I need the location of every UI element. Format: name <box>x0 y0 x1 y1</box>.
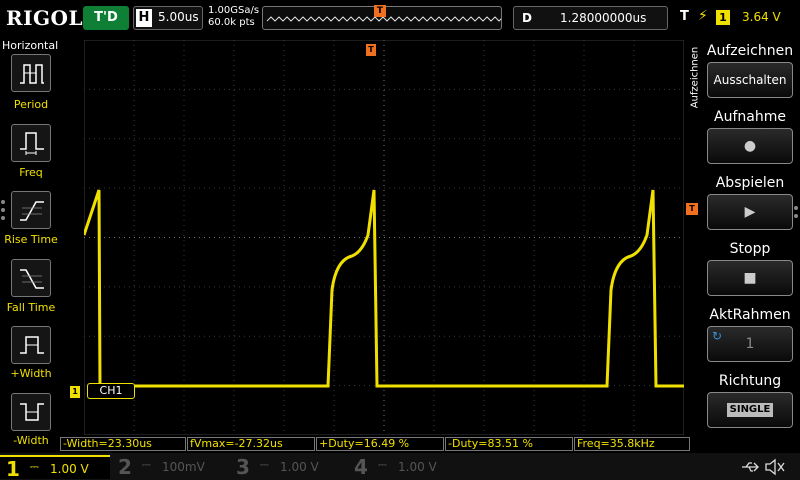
aufnahme-button[interactable]: ● <box>707 128 793 164</box>
ch1-trace <box>84 189 684 388</box>
trigger-source: 1 <box>716 10 730 25</box>
period-icon <box>20 64 44 84</box>
frequency-button[interactable] <box>11 124 51 162</box>
ch1-tab[interactable]: 1 ⎓ 1.00 V <box>0 455 110 480</box>
timebase-label: H <box>136 9 152 27</box>
right-page-indicator <box>794 206 798 222</box>
aufzeichnen-softkey[interactable]: Aufzeichnen Ausschalten <box>704 40 796 98</box>
rising-edge-icon: ⚡ <box>698 8 708 24</box>
play-icon: ▶ <box>744 204 756 220</box>
delay-label: D <box>518 9 536 27</box>
stop-icon: ■ <box>743 270 757 286</box>
ch1-offset-marker[interactable]: 1 <box>70 386 80 398</box>
record-icon: ● <box>743 138 757 154</box>
ch3-tab[interactable]: 3 ⎓ 1.00 V <box>230 455 342 479</box>
dc-coupling-icon: ⎓ <box>142 458 151 471</box>
waveform-display[interactable] <box>84 40 684 435</box>
frequency-icon <box>20 132 44 155</box>
record-menu-vertical-label: Aufzeichnen <box>689 46 701 109</box>
delay-value: 1.28000000us <box>560 11 647 25</box>
aufnahme-softkey[interactable]: Aufnahme ● <box>704 106 796 164</box>
negative-width-label: -Width <box>13 434 49 447</box>
trigger-label: T <box>680 9 689 24</box>
aufzeichnen-value-box[interactable]: Ausschalten <box>707 62 793 98</box>
ch1-tag: CH1 <box>87 383 135 399</box>
ch4-number: 4 <box>354 455 368 479</box>
aktrahmen-value: 1 <box>745 336 755 352</box>
graticule <box>84 40 684 435</box>
speaker-mute-icon[interactable] <box>764 458 786 476</box>
ch2-scale: 100mV <box>162 460 205 474</box>
ch4-scale: 1.00 V <box>398 460 437 474</box>
abspielen-button[interactable]: ▶ <box>707 194 793 230</box>
waveform-grid-svg <box>84 40 684 435</box>
measurement-time-vmax[interactable]: fVmax=-27.32us <box>187 437 315 451</box>
abspielen-title: Abspielen <box>715 175 785 191</box>
stopp-title: Stopp <box>729 241 771 257</box>
ch2-tab[interactable]: 2 ⎓ 100mV <box>112 455 224 479</box>
fall-time-button[interactable] <box>11 259 51 297</box>
left-page-indicator <box>1 200 7 224</box>
run-state-badge[interactable]: T'D <box>83 6 129 30</box>
richtung-title: Richtung <box>718 373 782 389</box>
period-label: Period <box>13 98 49 111</box>
positive-width-label: +Width <box>10 367 52 380</box>
rise-time-label: Rise Time <box>4 233 58 246</box>
positive-width-icon <box>20 336 44 354</box>
single-direction-badge: SINGLE <box>726 403 774 417</box>
rise-time-button[interactable] <box>11 191 51 229</box>
ch1-number: 1 <box>6 457 20 480</box>
positive-width-button[interactable] <box>11 326 51 364</box>
fall-time-icon <box>20 269 44 289</box>
trigger-level-marker[interactable]: T <box>686 203 698 215</box>
ch4-tab[interactable]: 4 ⎓ 1.00 V <box>348 455 460 479</box>
dc-coupling-icon: ⎓ <box>260 458 269 471</box>
aufzeichnen-value: Ausschalten <box>713 73 787 87</box>
negative-width-icon <box>20 403 44 421</box>
timebase-value: 5.00us <box>158 10 199 24</box>
fall-time-label: Fall Time <box>6 301 56 314</box>
rigol-logo: RIGOL <box>6 6 84 30</box>
memory-depth: 60.0k pts <box>208 17 255 28</box>
abspielen-softkey[interactable]: Abspielen ▶ <box>704 172 796 230</box>
aktrahmen-softkey[interactable]: AktRahmen ↻ 1 <box>704 304 796 362</box>
channel-status-bar: 1 ⎓ 1.00 V 2 ⎓ 100mV 3 ⎓ 1.00 V 4 ⎓ 1.00… <box>0 453 800 480</box>
measure-menu-title: Horizontal <box>2 39 59 52</box>
negative-width-button[interactable] <box>11 393 51 431</box>
richtung-softkey[interactable]: Richtung SINGLE <box>704 370 796 428</box>
ch3-number: 3 <box>236 455 250 479</box>
rise-time-icon <box>20 201 44 221</box>
usb-icon <box>742 462 759 472</box>
aufzeichnen-title: Aufzeichnen <box>706 43 794 59</box>
aktrahmen-value-box[interactable]: ↻ 1 <box>707 326 793 362</box>
measurement-negative-width[interactable]: -Width=23.30us <box>60 437 186 451</box>
aufnahme-title: Aufnahme <box>714 109 786 125</box>
measurement-frequency[interactable]: Freq=35.8kHz <box>574 437 690 451</box>
period-button[interactable] <box>11 54 51 92</box>
timebase-display[interactable]: H 5.00us <box>133 6 203 30</box>
trigger-position-marker[interactable]: T <box>366 44 376 56</box>
trigger-position-top-marker: T <box>374 5 386 17</box>
ch3-scale: 1.00 V <box>280 460 319 474</box>
acquisition-info: 1.00GSa/s 60.0k pts <box>208 5 259 29</box>
stopp-softkey[interactable]: Stopp ■ <box>704 238 796 296</box>
knob-icon: ↻ <box>712 329 723 343</box>
top-status-bar: RIGOL T'D H 5.00us 1.00GSa/s 60.0k pts T… <box>0 0 800 36</box>
measurement-negative-duty[interactable]: -Duty=83.51 % <box>445 437 573 451</box>
dc-coupling-icon: ⎓ <box>378 458 387 471</box>
delay-display[interactable]: D 1.28000000us <box>513 6 668 30</box>
dc-coupling-icon: ⎓ <box>30 460 39 473</box>
measure-menu: Horizontal Period Freq Rise Time Fall Ti… <box>0 36 62 452</box>
trigger-level: 3.64 V <box>742 10 781 24</box>
measurement-bar: -Width=23.30us fVmax=-27.32us +Duty=16.4… <box>60 437 690 451</box>
trigger-display[interactable]: T ⚡ 1 3.64 V <box>676 6 796 30</box>
frequency-label: Freq <box>19 166 43 179</box>
stopp-button[interactable]: ■ <box>707 260 793 296</box>
ch2-number: 2 <box>118 455 132 479</box>
measurement-positive-duty[interactable]: +Duty=16.49 % <box>316 437 444 451</box>
sample-rate: 1.00GSa/s <box>208 5 260 16</box>
ch1-scale: 1.00 V <box>50 462 89 476</box>
ch1-waveform <box>84 189 684 388</box>
richtung-value-box[interactable]: SINGLE <box>707 392 793 428</box>
